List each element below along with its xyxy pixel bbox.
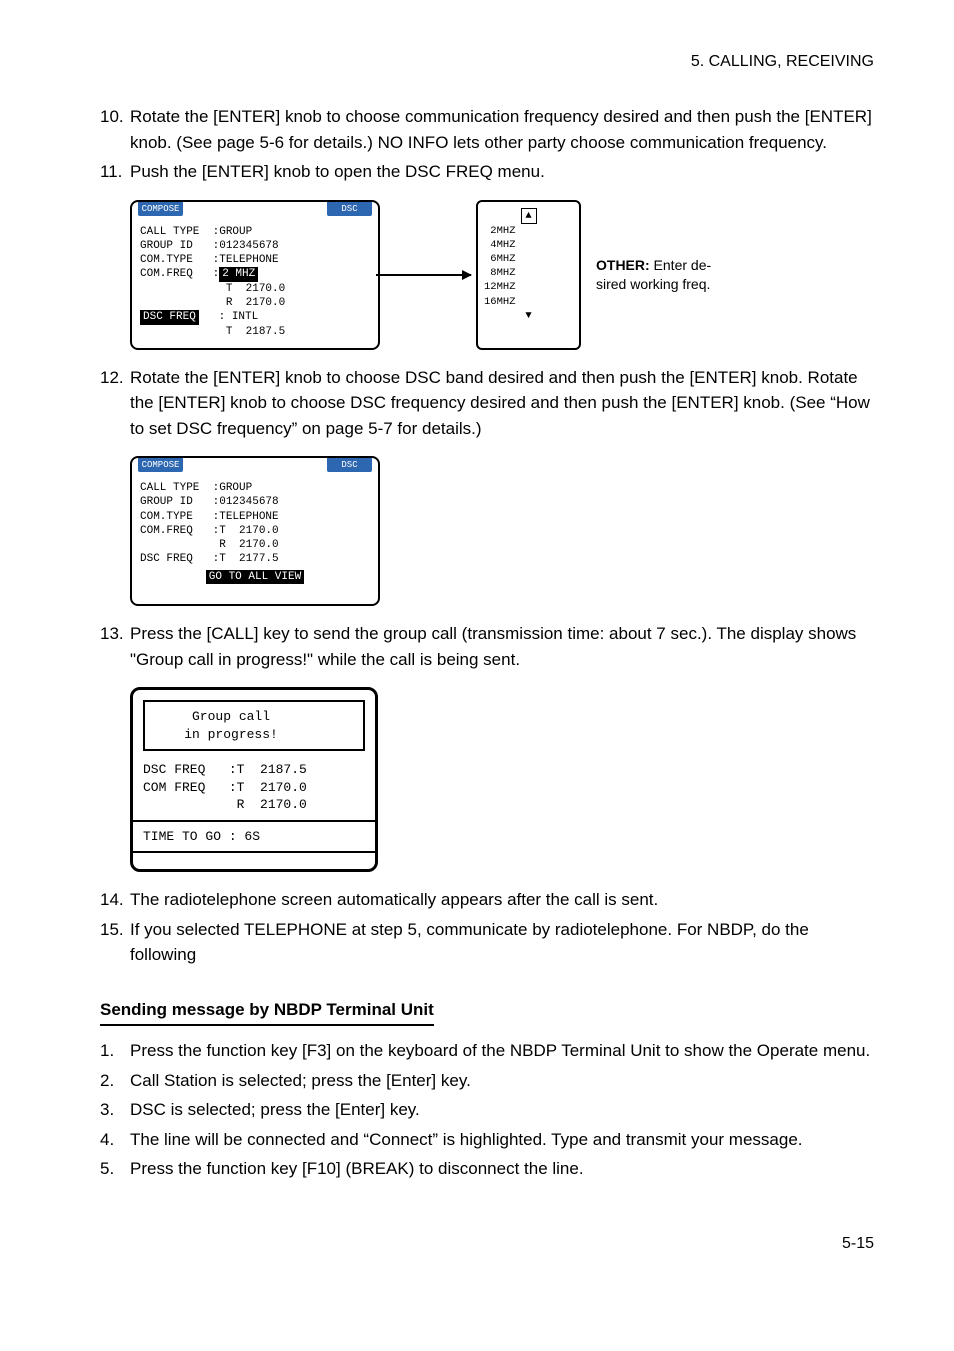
page-number: 5-15 — [100, 1232, 874, 1256]
lcd-right: ▲ 2MHZ 4MHZ 6MHZ 8MHZ 12MHZ 16MHZ ▼ — [476, 200, 581, 350]
highlight-goto-allview: GO TO ALL VIEW — [206, 570, 304, 584]
step-14: 14. The radiotelephone screen automatica… — [100, 887, 874, 913]
lcd-line: T 2187.5 — [140, 325, 370, 339]
lcd-line: 6MHZ — [484, 252, 573, 266]
tab-compose: COMPOSE — [138, 458, 183, 472]
item-text: Call Station is selected; press the [Ent… — [130, 1068, 874, 1094]
list-item: 2.Call Station is selected; press the [E… — [100, 1068, 874, 1094]
other-note: OTHER: Enter de- sired working freq. — [596, 256, 796, 292]
step-10: 10. Rotate the [ENTER] knob to choose co… — [100, 104, 874, 155]
lcd-line: DSC FREQ :T 2177.5 — [140, 552, 370, 566]
step-13: 13. Press the [CALL] key to send the gro… — [100, 621, 874, 672]
tab-dsc: DSC — [327, 202, 372, 216]
step-text: The radiotelephone screen automatically … — [130, 887, 874, 913]
item-text: DSC is selected; press the [Enter] key. — [130, 1097, 874, 1123]
list-item: 5.Press the function key [F10] (BREAK) t… — [100, 1156, 874, 1182]
step-text: If you selected TELEPHONE at step 5, com… — [130, 917, 874, 968]
lcd-line: TIME TO GO : 6S — [143, 828, 365, 846]
lcd-line: Group call — [153, 708, 355, 726]
step-number: 11. — [100, 159, 130, 185]
divider — [133, 820, 375, 822]
lcd-line: COM.FREQ :T 2170.0 — [140, 524, 370, 538]
progress-message: Group call in progress! — [143, 700, 365, 751]
lcd-line: GROUP ID :012345678 — [140, 239, 370, 253]
lcd-line: CALL TYPE :GROUP — [140, 225, 370, 239]
list-item: 3.DSC is selected; press the [Enter] key… — [100, 1097, 874, 1123]
step-text: Rotate the [ENTER] knob to choose DSC ba… — [130, 365, 874, 442]
lcd-line: 4MHZ — [484, 238, 573, 252]
item-number: 4. — [100, 1127, 130, 1153]
item-number: 3. — [100, 1097, 130, 1123]
item-number: 1. — [100, 1038, 130, 1064]
step-text: Press the [CALL] key to send the group c… — [130, 621, 874, 672]
list-item: 1.Press the function key [F3] on the key… — [100, 1038, 874, 1064]
step-number: 10. — [100, 104, 130, 155]
lcd-line: COM FREQ :T 2170.0 — [143, 779, 365, 797]
step-text: Rotate the [ENTER] knob to choose commun… — [130, 104, 874, 155]
lcd-line: R 2170.0 — [140, 296, 370, 310]
arrow-right-icon — [376, 274, 471, 276]
highlight-2mhz: 2 MHZ — [219, 267, 258, 281]
item-text: Press the function key [F3] on the keybo… — [130, 1038, 874, 1064]
item-text: Press the function key [F10] (BREAK) to … — [130, 1156, 874, 1182]
lcd-line: DSC FREQ : INTL — [140, 310, 370, 324]
list-item: 4.The line will be connected and “Connec… — [100, 1127, 874, 1153]
step-15: 15. If you selected TELEPHONE at step 5,… — [100, 917, 874, 968]
step-12: 12. Rotate the [ENTER] knob to choose DS… — [100, 365, 874, 442]
lcd-line: COM.FREQ :2 MHZ — [140, 267, 370, 281]
highlight-dscfreq: DSC FREQ — [140, 310, 199, 324]
lcd-line: COM.TYPE :TELEPHONE — [140, 253, 370, 267]
lcd-line: 8MHZ — [484, 266, 573, 280]
step-11: 11. Push the [ENTER] knob to open the DS… — [100, 159, 874, 185]
nbdp-list: 1.Press the function key [F3] on the key… — [100, 1038, 874, 1182]
lcd-line: DSC FREQ :T 2187.5 — [143, 761, 365, 779]
lcd-line: 2MHZ — [484, 224, 573, 238]
lcd-line: 12MHZ — [484, 280, 573, 294]
lcd-line: R 2170.0 — [140, 538, 370, 552]
divider — [133, 851, 375, 853]
lcd-progress: Group call in progress! DSC FREQ :T 2187… — [130, 687, 378, 872]
tab-compose: COMPOSE — [138, 202, 183, 216]
tab-dsc: DSC — [327, 458, 372, 472]
dsc-freq-diagram: COMPOSE DSC CALL TYPE :GROUP GROUP ID :0… — [130, 200, 874, 350]
step-number: 12. — [100, 365, 130, 442]
lcd-confirm: COMPOSE DSC CALL TYPE :GROUP GROUP ID :0… — [130, 456, 380, 606]
item-text: The line will be connected and “Connect”… — [130, 1127, 874, 1153]
step-number: 14. — [100, 887, 130, 913]
step-number: 13. — [100, 621, 130, 672]
lcd-line: T 2170.0 — [140, 282, 370, 296]
section-heading: Sending message by NBDP Terminal Unit — [100, 997, 434, 1027]
item-number: 2. — [100, 1068, 130, 1094]
lcd-line: 16MHZ — [484, 295, 573, 309]
item-number: 5. — [100, 1156, 130, 1182]
lcd-line: COM.TYPE :TELEPHONE — [140, 510, 370, 524]
lcd-line: in progress! — [153, 726, 355, 744]
lcd-line: CALL TYPE :GROUP — [140, 481, 370, 495]
page-header: 5. CALLING, RECEIVING — [100, 50, 874, 74]
lcd-line: GROUP ID :012345678 — [140, 495, 370, 509]
lcd-left: COMPOSE DSC CALL TYPE :GROUP GROUP ID :0… — [130, 200, 380, 350]
scroll-up-icon: ▲ — [521, 208, 537, 224]
lcd-line: R 2170.0 — [143, 796, 365, 814]
scroll-down-icon: ▼ — [484, 309, 573, 323]
step-text: Push the [ENTER] knob to open the DSC FR… — [130, 159, 874, 185]
step-number: 15. — [100, 917, 130, 968]
